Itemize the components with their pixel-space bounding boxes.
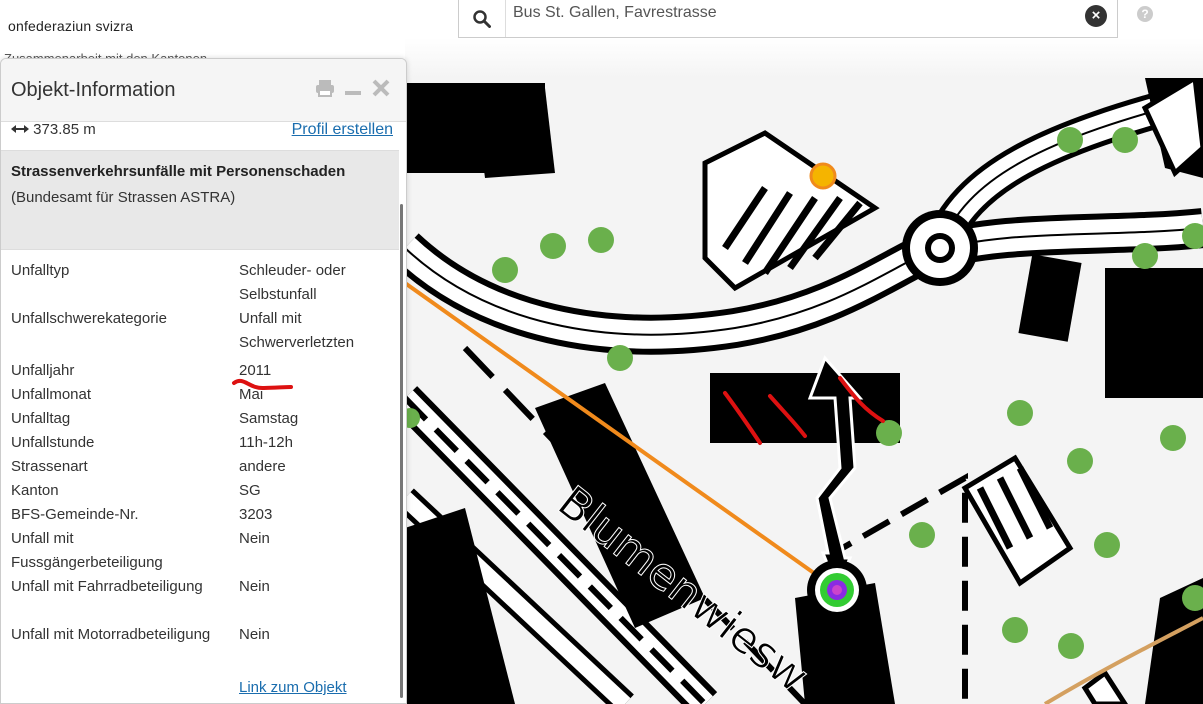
attribute-value: andere: [239, 458, 286, 475]
close-icon[interactable]: ×: [1085, 5, 1107, 27]
accident-marker[interactable]: [820, 573, 854, 607]
attribute-key: Unfalltyp: [11, 262, 70, 279]
attribute-key: Unfall mit Fussgängerbeteiligung: [11, 530, 163, 571]
brand-text: onfederaziun svizra: [8, 18, 134, 34]
attribute-key: Unfalljahr: [11, 362, 75, 379]
attribute-value: Nein: [239, 578, 270, 595]
panel-title: Objekt-Information: [11, 79, 176, 101]
search-button[interactable]: [459, 0, 506, 37]
attribute-key: BFS-Gemeinde-Nr.: [11, 506, 139, 523]
panel-header-actions: [314, 77, 392, 99]
create-profile-link[interactable]: Profil erstellen: [292, 121, 393, 139]
attribute-value: Nein: [239, 530, 270, 547]
map-canvas[interactable]: Blumenwiesw: [405, 78, 1203, 704]
distance-arrow-icon: [11, 125, 29, 133]
attribute-key: Unfall mit Motorradbeteiligung: [11, 626, 211, 643]
attribute-key: Unfallmonat: [11, 386, 92, 403]
attribute-value: 11h-12h: [239, 434, 293, 451]
help-icon[interactable]: ?: [1137, 6, 1153, 22]
layer-source: (Bundesamt für Strassen ASTRA): [11, 189, 236, 206]
panel-scrollbar[interactable]: [400, 204, 403, 698]
layer-title: Strassenverkehrsunfälle mit Personenscha…: [11, 159, 391, 211]
panel-header: Objekt-Information: [1, 59, 406, 122]
minimize-icon[interactable]: [342, 77, 364, 99]
attribute-key: Kanton: [11, 482, 59, 499]
bus-stop-marker[interactable]: [809, 162, 837, 190]
attribute-key: Unfallschwerekategorie: [11, 310, 167, 327]
attribute-value: Schleuder- oder Selbstunfall: [239, 262, 346, 303]
measure-value: 373.85 m: [33, 121, 96, 138]
red-underline-annotation: [232, 378, 293, 391]
layer-name: Strassenverkehrsunfälle mit Personenscha…: [11, 163, 346, 180]
search-icon: [473, 9, 491, 28]
attribute-key: Unfall mit Fahrradbeteiligung: [11, 578, 203, 595]
attribute-value: 3203: [239, 506, 273, 523]
attribute-key: Unfalltag: [11, 410, 71, 427]
attribute-key: Unfallstunde: [11, 434, 95, 451]
attribute-value: Samstag: [239, 410, 299, 427]
layer-header: Strassenverkehrsunfälle mit Personenscha…: [1, 150, 399, 250]
search-input[interactable]: [511, 0, 1075, 31]
search-bar: ×: [458, 0, 1118, 38]
close-icon[interactable]: [370, 77, 392, 99]
object-link[interactable]: Link zum Objekt: [239, 679, 347, 696]
attribute-value: Unfall mit Schwerverletzten: [239, 310, 355, 351]
measure-distance: 373.85 m: [11, 121, 96, 138]
attribute-key: Strassenart: [11, 458, 88, 475]
map-top-strip: [405, 38, 1203, 78]
attribute-value: Nein: [239, 626, 270, 643]
print-icon[interactable]: [314, 77, 336, 99]
object-info-panel: Objekt-Information 373.85 m Profil erste…: [0, 58, 407, 704]
map-svg: Blumenwiesw: [405, 78, 1203, 704]
attribute-value: SG: [239, 482, 261, 499]
